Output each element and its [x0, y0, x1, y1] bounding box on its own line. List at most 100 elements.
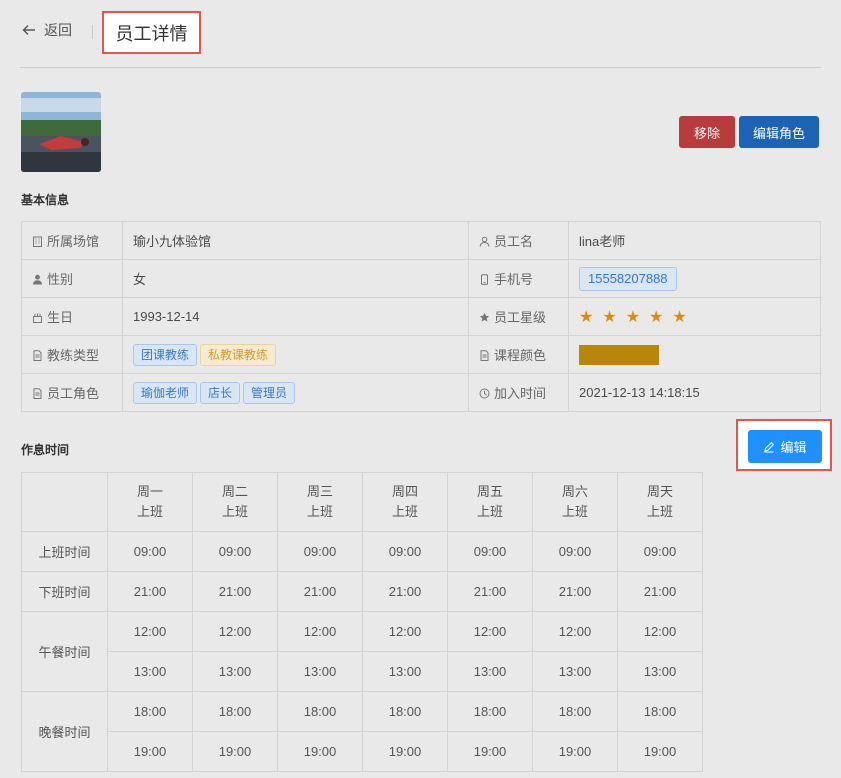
time-cell: 12:00: [362, 611, 448, 652]
role-value: 瑜伽老师 店长 管理员: [122, 373, 469, 412]
birthday-label: 生日: [47, 310, 74, 325]
remove-button[interactable]: 移除: [679, 116, 735, 148]
time-cell: 13:00: [532, 651, 618, 692]
dinner-label: 晚餐时间: [21, 691, 108, 772]
user-icon: [479, 236, 490, 247]
name-label: 员工名: [494, 234, 534, 249]
star-icon: ★: [649, 308, 664, 326]
star-icon: ★: [579, 308, 594, 326]
table-row: 19:00 19:00 19:00 19:00 19:00 19:00 19:0…: [22, 731, 703, 772]
day-header: 周六 上班: [532, 472, 618, 532]
document-icon: [33, 350, 42, 361]
star-icon: [479, 312, 490, 322]
table-row: 晚餐时间 18:00 18:00 18:00 18:00 18:00 18:00…: [21, 691, 703, 772]
gender-label-cell: 性别: [21, 259, 123, 298]
table-row: 周一 上班 周二上班 周三上班 周四上班 周五上班 周六上班 周天 上班: [21, 472, 703, 532]
day-name: 周五: [476, 484, 503, 499]
time-cell: 12:00: [277, 611, 363, 652]
back-label: 返回: [44, 22, 72, 38]
avatar-image: [21, 92, 101, 172]
time-cell: 09:00: [107, 531, 193, 572]
table-row: 上班时间 09:00 09:00 09:00 09:00 09:00 09:00…: [21, 531, 703, 572]
lunch-label: 午餐时间: [21, 611, 108, 692]
time-cell: 19:00: [532, 731, 618, 772]
work-end-label: 下班时间: [21, 571, 108, 612]
phone-icon: [481, 274, 488, 285]
phone-label-cell: 手机号: [468, 259, 569, 298]
edit-schedule-button[interactable]: 编辑: [748, 430, 822, 463]
day-header: 周二 上班: [192, 472, 278, 532]
day-status: 上班: [221, 504, 248, 519]
time-cell: 13:00: [107, 651, 193, 692]
time-cell: 12:00: [617, 611, 703, 652]
back-button[interactable]: 返回: [22, 20, 72, 40]
schedule-table: 周一 上班 周二上班 周三上班 周四上班 周五上班 周六上班 周天 上班 上班时间 …: [21, 472, 703, 772]
basic-info-table: 所属场馆 瑜小九体验馆 员工名 lina老师 性别 女 手机号 15558207…: [21, 221, 821, 412]
day-status: 上班: [476, 504, 503, 519]
day-name: 周六: [561, 484, 588, 499]
table-row: 教练类型 团课教练 私教课教练 课程颜色: [21, 335, 821, 374]
corner-cell: [21, 472, 108, 532]
time-cell: 21:00: [532, 571, 618, 612]
day-status: 上班: [391, 504, 418, 519]
table-row: 员工角色 瑜伽老师 店长 管理员 加入时间 2021-12-13 14:18:15: [21, 373, 821, 412]
time-cell: 09:00: [362, 531, 448, 572]
time-cell: 12:00: [192, 611, 278, 652]
time-cell: 21:00: [447, 571, 533, 612]
day-name: 周三: [306, 484, 333, 499]
role-label-cell: 员工角色: [21, 373, 123, 412]
day-name: 周四: [391, 484, 418, 499]
venue-label: 所属场馆: [47, 234, 100, 249]
time-cell: 19:00: [447, 731, 533, 772]
time-cell: 09:00: [192, 531, 278, 572]
star-rating-stars: ★ ★ ★ ★ ★: [579, 308, 696, 326]
table-row: 13:00 13:00 13:00 13:00 13:00 13:00 13:0…: [22, 651, 703, 692]
join-label: 加入时间: [494, 386, 547, 401]
time-cell: 21:00: [362, 571, 448, 612]
schedule-title: 作息时间: [21, 443, 70, 457]
birthday-value: 1993-12-14: [122, 297, 469, 336]
join-value: 2021-12-13 14:18:15: [568, 373, 821, 412]
name-label-cell: 员工名: [468, 221, 569, 260]
day-header: 周天 上班: [617, 472, 703, 532]
pencil-icon: [764, 441, 775, 452]
time-cell: 21:00: [617, 571, 703, 612]
coach-type-tag: 团课教练: [133, 343, 198, 366]
time-cell: 09:00: [447, 531, 533, 572]
table-row: 生日 1993-12-14 员工星级 ★ ★ ★ ★ ★: [21, 297, 821, 336]
coach-type-tag: 私教课教练: [200, 343, 277, 366]
building-icon: [33, 236, 42, 247]
gender-label: 性别: [47, 272, 74, 287]
time-cell: 18:00: [192, 691, 278, 732]
day-name: 周二: [221, 484, 248, 499]
time-cell: 13:00: [192, 651, 278, 692]
birthday-label-cell: 生日: [21, 297, 123, 336]
time-cell: 19:00: [277, 731, 363, 772]
gender-value: 女: [122, 259, 469, 298]
time-cell: 21:00: [277, 571, 363, 612]
page-title: 员工详情: [102, 11, 201, 54]
course-color-label: 课程颜色: [494, 348, 547, 363]
time-cell: 18:00: [362, 691, 448, 732]
day-header: 周一 上班: [107, 472, 193, 532]
time-cell: 13:00: [447, 651, 533, 692]
edit-role-button[interactable]: 编辑角色: [739, 116, 819, 148]
person-icon: [33, 274, 42, 285]
time-cell: 13:00: [362, 651, 448, 692]
table-row: 所属场馆 瑜小九体验馆 员工名 lina老师: [21, 221, 821, 260]
avatar: [21, 92, 101, 172]
star-label: 员工星级: [494, 310, 547, 325]
time-cell: 09:00: [277, 531, 363, 572]
time-cell: 12:00: [107, 611, 193, 652]
arrow-left-icon: [22, 25, 35, 35]
day-status: 上班: [561, 504, 588, 519]
course-color-label-cell: 课程颜色: [468, 335, 569, 374]
coach-type-value: 团课教练 私教课教练: [122, 335, 469, 374]
star-icon: ★: [672, 308, 687, 326]
work-start-label: 上班时间: [21, 531, 108, 572]
day-status: 上班: [646, 504, 673, 519]
star-label-cell: 员工星级: [468, 297, 569, 336]
time-cell: 19:00: [192, 731, 278, 772]
day-name: 周一: [136, 484, 163, 499]
role-tag: 管理员: [243, 381, 296, 404]
